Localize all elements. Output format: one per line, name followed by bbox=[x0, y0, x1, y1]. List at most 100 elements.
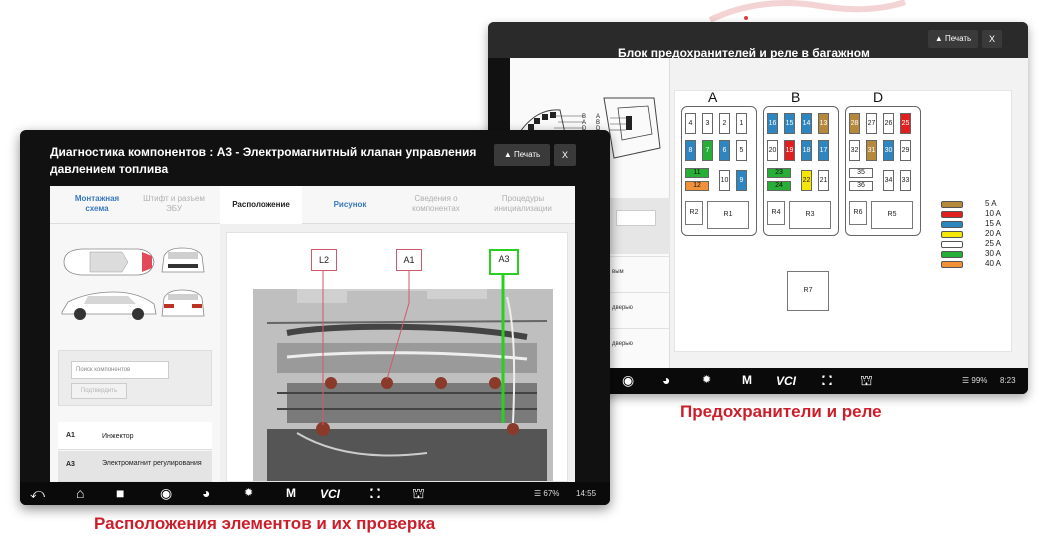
relay-r7[interactable]: R7 bbox=[787, 271, 829, 311]
legend-swatch bbox=[941, 261, 963, 268]
fuse[interactable]: 31 bbox=[866, 140, 877, 161]
chrome-icon[interactable]: ◉ bbox=[160, 486, 172, 500]
fuse[interactable]: 33 bbox=[900, 170, 911, 191]
print-button[interactable]: ▲ Печать bbox=[494, 144, 550, 166]
component-row[interactable]: A1 Инжектор bbox=[58, 422, 212, 450]
component-code: A3 bbox=[66, 461, 75, 468]
tab-init[interactable]: Процедуры инициализации bbox=[480, 186, 566, 224]
fuse[interactable]: 26 bbox=[883, 113, 894, 134]
fuse[interactable]: 28 bbox=[849, 113, 860, 134]
close-button[interactable]: X bbox=[982, 30, 1002, 48]
fuse[interactable]: 2 bbox=[719, 113, 730, 134]
fuse[interactable]: 20 bbox=[767, 140, 778, 161]
fuse[interactable]: 1 bbox=[736, 113, 747, 134]
fuse[interactable]: 16 bbox=[767, 113, 778, 134]
vci-icon[interactable]: VCI bbox=[776, 374, 796, 388]
fuse[interactable]: 6 bbox=[719, 140, 730, 161]
legend-label: 40 A bbox=[985, 259, 1002, 268]
search-input[interactable]: Поиск компонентов bbox=[71, 361, 169, 379]
callout-a3[interactable]: A3 bbox=[489, 249, 519, 275]
list-item[interactable]: дверью bbox=[610, 328, 670, 358]
car-views bbox=[61, 247, 205, 320]
fuse[interactable]: 32 bbox=[849, 140, 860, 161]
fuse[interactable]: 30 bbox=[883, 140, 894, 161]
tab-info[interactable]: Сведения о компонентах bbox=[394, 186, 478, 224]
recent-apps-icon[interactable]: ■ bbox=[116, 486, 124, 500]
fuse[interactable]: 5 bbox=[736, 140, 747, 161]
component-row[interactable]: A3 Электромагнит регулирования bbox=[58, 451, 212, 482]
legend-label: 10 A bbox=[985, 209, 1002, 218]
settings-icon[interactable]: ✹ bbox=[702, 373, 711, 387]
mini-fuse[interactable]: 24 bbox=[767, 181, 791, 191]
relay[interactable]: R6 bbox=[849, 201, 867, 225]
fuse[interactable]: 8 bbox=[685, 140, 696, 161]
confirm-button[interactable]: Подтвердить bbox=[71, 383, 127, 399]
fuse-group-b: 16 15 14 13 20 19 18 17 23 24 22 21 R4 R… bbox=[763, 106, 839, 236]
fuse[interactable]: 9 bbox=[736, 170, 747, 191]
home-icon[interactable]: ⌂ bbox=[76, 486, 84, 500]
component-name: Инжектор bbox=[102, 433, 134, 440]
car-user-icon[interactable]: ⛫ bbox=[412, 486, 425, 500]
fuse[interactable]: 19 bbox=[784, 140, 795, 161]
fuse[interactable]: 4 bbox=[685, 113, 696, 134]
fuse[interactable]: 29 bbox=[900, 140, 911, 161]
relay[interactable]: R2 bbox=[685, 201, 703, 225]
fuse[interactable]: 17 bbox=[818, 140, 829, 161]
status-clock: 14:55 bbox=[576, 489, 597, 498]
print-button[interactable]: ▲ Печать bbox=[928, 30, 978, 48]
component-panel: Поиск компонентов Подтвердить A1 Инжекто… bbox=[50, 224, 220, 482]
diag-title: Диагностика компонентов : A3 - Электрома… bbox=[50, 145, 477, 176]
fuse-group-a: 4 3 2 1 8 7 6 5 11 12 10 9 R2 R1 bbox=[681, 106, 757, 236]
fuse[interactable]: 21 bbox=[818, 170, 829, 191]
fuse[interactable]: 10 bbox=[719, 170, 730, 191]
maxifix-icon[interactable]: M bbox=[742, 373, 752, 387]
camera-icon[interactable]: ◕ bbox=[202, 486, 210, 500]
callout-a1[interactable]: A1 bbox=[396, 249, 422, 271]
close-button[interactable]: X bbox=[554, 144, 576, 166]
list-item[interactable]: дверью bbox=[610, 292, 670, 322]
relay[interactable]: R4 bbox=[767, 201, 785, 225]
back-icon[interactable]: ⤺ bbox=[30, 486, 45, 500]
fuse[interactable]: 22 bbox=[801, 170, 812, 191]
fuse[interactable]: 27 bbox=[866, 113, 877, 134]
left-input-box[interactable] bbox=[616, 210, 656, 226]
mini-fuse[interactable]: 12 bbox=[685, 181, 709, 191]
tab-picture[interactable]: Рисунок bbox=[310, 186, 390, 224]
chrome-icon[interactable]: ◉ bbox=[622, 373, 634, 387]
fuse[interactable]: 7 bbox=[702, 140, 713, 161]
fuse[interactable]: 25 bbox=[900, 113, 911, 134]
group-label-a: A bbox=[708, 89, 718, 105]
tab-wiring[interactable]: Монтажная схема bbox=[68, 186, 126, 224]
legend-label: 5 A bbox=[985, 199, 997, 208]
callout-l2[interactable]: L2 bbox=[311, 249, 337, 271]
mini-fuse[interactable]: 11 bbox=[685, 168, 709, 178]
car-icon[interactable]: ⛚ bbox=[822, 373, 832, 387]
mini-fuse[interactable]: 23 bbox=[767, 168, 791, 178]
fuse[interactable]: 13 bbox=[818, 113, 829, 134]
settings-icon[interactable]: ✹ bbox=[244, 486, 253, 500]
legend-label: 30 A bbox=[985, 249, 1002, 258]
car-user-icon[interactable]: ⛫ bbox=[860, 373, 873, 387]
composite-image: ▲ Печать X Блок предохранителей и реле в… bbox=[0, 0, 1051, 546]
maxifix-icon[interactable]: M bbox=[286, 486, 296, 500]
camera-icon[interactable]: ◕ bbox=[662, 373, 670, 387]
tab-pin[interactable]: Штифт и разъем ЭБУ bbox=[138, 186, 210, 224]
relay[interactable]: R5 bbox=[871, 201, 913, 229]
mini-fuse[interactable]: 36 bbox=[849, 181, 873, 191]
fuse[interactable]: 14 bbox=[801, 113, 812, 134]
vci-icon[interactable]: VCI bbox=[320, 487, 340, 501]
status-clock: 8:23 bbox=[1000, 376, 1016, 385]
printer-icon: ▲ bbox=[934, 34, 943, 43]
fuse[interactable]: 34 bbox=[883, 170, 894, 191]
tab-location[interactable]: Расположение bbox=[220, 186, 302, 224]
list-item[interactable]: вым bbox=[610, 256, 670, 286]
fuse[interactable]: 18 bbox=[801, 140, 812, 161]
wifi-icon: ☰ bbox=[962, 376, 972, 385]
mini-fuse[interactable]: 35 bbox=[849, 168, 873, 178]
fuse[interactable]: 15 bbox=[784, 113, 795, 134]
car-icon[interactable]: ⛚ bbox=[370, 486, 380, 500]
fuse[interactable]: 3 bbox=[702, 113, 713, 134]
relay[interactable]: R3 bbox=[789, 201, 831, 229]
relay[interactable]: R1 bbox=[707, 201, 749, 229]
diag-tablet: Диагностика компонентов : A3 - Электрома… bbox=[20, 130, 610, 505]
